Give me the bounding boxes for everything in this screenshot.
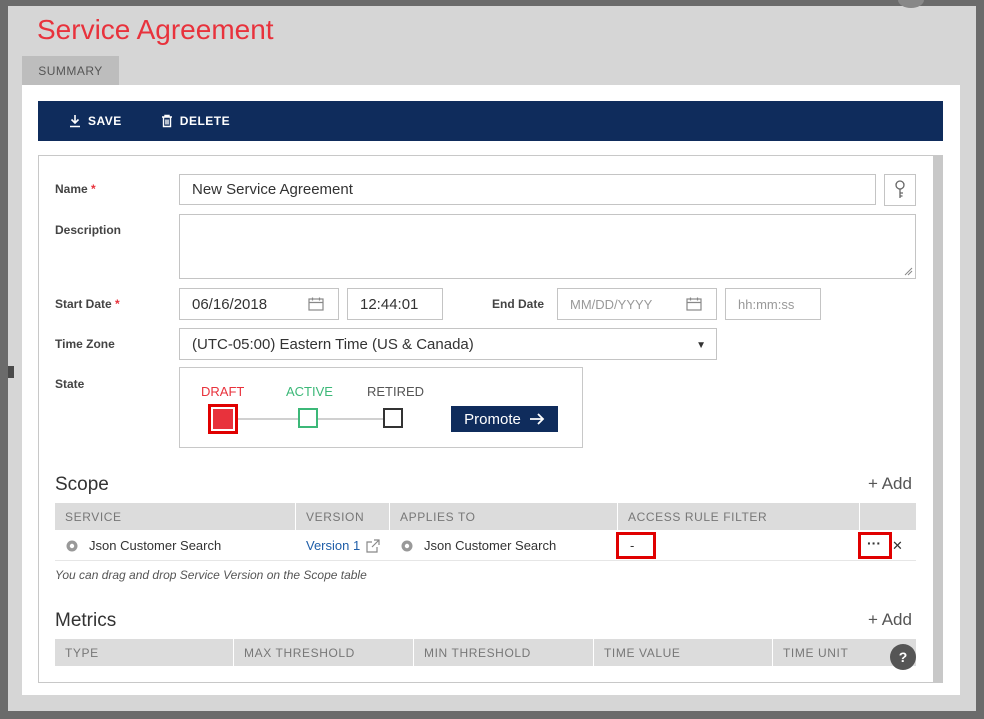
save-button[interactable]: SAVE xyxy=(68,114,122,128)
remove-row-button[interactable]: ✕ xyxy=(892,538,903,554)
agreement-form: Name * New Service Agreement Description xyxy=(38,155,943,683)
calendar-icon[interactable] xyxy=(686,297,702,311)
state-draft-label: DRAFT xyxy=(201,384,245,399)
timezone-value: (UTC-05:00) Eastern Time (US & Canada) xyxy=(192,335,474,353)
promote-label: Promote xyxy=(464,410,521,428)
service-name: Json Customer Search xyxy=(89,538,222,553)
name-input[interactable]: New Service Agreement xyxy=(179,174,876,205)
trash-icon xyxy=(161,114,172,128)
end-time-input[interactable]: hh:mm:ss xyxy=(725,288,821,320)
column-header-service[interactable]: SERVICE xyxy=(55,503,296,530)
description-textarea[interactable] xyxy=(179,214,916,279)
external-link-icon[interactable] xyxy=(366,538,380,553)
state-active-node[interactable] xyxy=(298,408,318,428)
timezone-label: Time Zone xyxy=(55,337,115,351)
more-options-button[interactable]: ··· xyxy=(867,535,881,551)
state-active-label: ACTIVE xyxy=(286,384,333,399)
gear-icon xyxy=(66,540,78,551)
state-connector xyxy=(318,418,386,420)
end-date-label: End Date xyxy=(492,297,545,311)
arrow-right-icon xyxy=(529,413,545,425)
vertical-scrollbar[interactable] xyxy=(933,156,943,682)
delete-label: DELETE xyxy=(179,114,231,128)
gear-icon xyxy=(401,540,413,551)
column-header-version[interactable]: VERSION xyxy=(296,503,390,530)
start-date-label: Start Date * xyxy=(55,297,120,311)
timezone-select[interactable]: (UTC-05:00) Eastern Time (US & Canada) ▼ xyxy=(179,328,717,360)
access-rule-filter-value: - xyxy=(630,538,635,553)
end-time-placeholder: hh:mm:ss xyxy=(738,296,795,312)
resize-grip-icon xyxy=(904,267,913,276)
metrics-title: Metrics xyxy=(55,610,117,631)
column-header-max-threshold[interactable]: MAX THRESHOLD xyxy=(234,639,414,666)
service-agreement-dialog: Service Agreement SUMMARY SAVE DELETE Na… xyxy=(8,0,976,711)
start-date-input[interactable]: 06/16/2018 xyxy=(179,288,339,320)
start-time-input[interactable]: 12:44:01 xyxy=(347,288,443,320)
column-header-time-value[interactable]: TIME VALUE xyxy=(594,639,773,666)
calendar-icon[interactable] xyxy=(308,297,324,311)
highlight-box xyxy=(616,532,656,559)
scope-title: Scope xyxy=(55,474,109,495)
description-label: Description xyxy=(55,223,122,237)
end-date-input[interactable]: MM/DD/YYYY xyxy=(557,288,717,320)
column-header-actions xyxy=(860,503,916,530)
column-header-type[interactable]: TYPE xyxy=(55,639,234,666)
metrics-add-button[interactable]: + Add xyxy=(868,610,912,630)
state-workflow: DRAFT ACTIVE RETIRED Promote xyxy=(179,367,583,448)
window-corner-indicator xyxy=(898,0,924,8)
cell-version: Version 1 xyxy=(296,531,390,560)
state-connector xyxy=(236,418,300,420)
start-date-value: 06/16/2018 xyxy=(192,295,268,313)
name-label: Name * xyxy=(55,182,96,196)
key-button[interactable] xyxy=(884,174,916,206)
column-header-applies-to[interactable]: APPLIES TO xyxy=(390,503,618,530)
state-retired-node[interactable] xyxy=(383,408,403,428)
start-time-value: 12:44:01 xyxy=(360,295,419,313)
summary-panel: SAVE DELETE Name * New Service Agreement xyxy=(22,85,960,695)
table-row[interactable]: Json Customer Search Version 1 Json Cust… xyxy=(55,531,916,561)
state-retired-label: RETIRED xyxy=(367,384,425,399)
applies-to-name: Json Customer Search xyxy=(424,538,557,553)
scope-drag-hint: You can drag and drop Service Version on… xyxy=(55,568,367,582)
save-label: SAVE xyxy=(88,114,122,128)
scope-add-button[interactable]: + Add xyxy=(868,474,912,494)
cell-service: Json Customer Search xyxy=(55,531,296,560)
column-header-access-rule-filter[interactable]: ACCESS RULE FILTER xyxy=(618,503,860,530)
state-draft-node xyxy=(208,404,238,434)
page-title: Service Agreement xyxy=(37,14,274,45)
key-icon xyxy=(895,180,905,198)
download-icon xyxy=(70,115,80,128)
cell-actions: ··· ✕ xyxy=(858,531,916,560)
scope-table-header: SERVICE VERSION APPLIES TO ACCESS RULE F… xyxy=(55,503,916,530)
column-header-min-threshold[interactable]: MIN THRESHOLD xyxy=(414,639,594,666)
version-link[interactable]: Version 1 xyxy=(306,538,360,553)
cell-applies-to: Json Customer Search xyxy=(390,531,618,560)
end-date-placeholder: MM/DD/YYYY xyxy=(570,296,653,312)
delete-button[interactable]: DELETE xyxy=(160,114,230,128)
metrics-table-header: TYPE MAX THRESHOLD MIN THRESHOLD TIME VA… xyxy=(55,639,916,666)
name-value: New Service Agreement xyxy=(192,181,353,198)
state-label: State xyxy=(55,377,85,391)
promote-button[interactable]: Promote xyxy=(451,406,558,432)
chevron-down-icon: ▼ xyxy=(696,340,706,351)
cell-access-rule-filter[interactable]: - xyxy=(616,531,860,560)
side-resize-handle xyxy=(8,366,14,378)
help-button[interactable]: ? xyxy=(890,644,916,670)
toolbar: SAVE DELETE xyxy=(38,101,943,141)
tab-summary[interactable]: SUMMARY xyxy=(22,56,119,85)
